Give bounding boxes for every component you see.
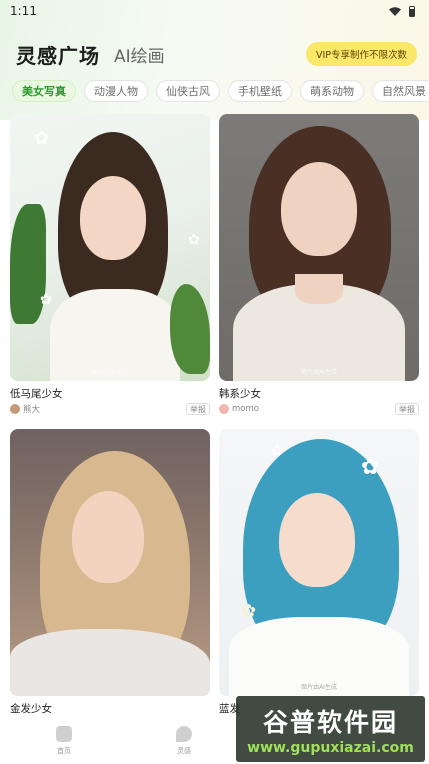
category-chip-beauty[interactable]: 美女写真 [12, 80, 76, 102]
flower-icon: ✿ [40, 292, 52, 308]
category-chips: 美女写真 动漫人物 仙侠古风 手机壁纸 萌系动物 自然风景 [12, 80, 429, 102]
ai-generated-watermark: 图片由AI生成 [301, 369, 337, 376]
site-watermark-url: www.gupuxiazai.com [247, 739, 414, 756]
battery-icon [409, 5, 415, 17]
flower-icon: ✿ [241, 601, 257, 622]
flower-icon: ✿ [361, 455, 380, 480]
ai-generated-watermark: 图片由AI生成 [301, 684, 337, 691]
card-image[interactable] [10, 429, 210, 696]
image-card[interactable]: ✿ ✿ ✿ 图片由AI生成 低马尾少女 熊大 举报 [10, 114, 210, 415]
tab-ai-painting[interactable]: AI绘画 [114, 42, 165, 67]
card-title: 金发少女 [10, 703, 52, 715]
avatar [10, 403, 20, 414]
nav-label: 灵感 [177, 747, 191, 755]
wifi-icon [389, 6, 401, 16]
flower-icon: ✿ [188, 232, 200, 248]
category-chip-animals[interactable]: 萌系动物 [300, 80, 364, 102]
category-chip-anime[interactable]: 动漫人物 [84, 80, 148, 102]
image-card[interactable]: 图片由AI生成 韩系少女 momo 举报 [219, 114, 419, 415]
report-button[interactable]: 举报 [186, 402, 210, 415]
image-card[interactable]: ✿ ✿ ✿ 图片由AI生成 蓝发 举报 [219, 429, 419, 730]
card-image[interactable]: 图片由AI生成 [219, 114, 419, 381]
card-title: 低马尾少女 [10, 388, 63, 400]
ai-generated-watermark: 图片由AI生成 [92, 369, 128, 376]
card-title: 韩系少女 [219, 388, 261, 400]
status-icons [389, 5, 415, 17]
page-header: 灵感广场 AI绘画 VIP专享制作不限次数 [0, 36, 429, 72]
inspiration-icon [176, 726, 192, 742]
site-watermark-name: 谷普软件园 [262, 707, 398, 737]
home-icon [56, 726, 72, 742]
nav-label: 首页 [57, 747, 71, 755]
card-author: 熊大 [23, 404, 41, 415]
card-meta: momo 举报 [219, 402, 419, 415]
category-chip-scenery[interactable]: 自然风景 [372, 80, 429, 102]
card-image[interactable]: ✿ ✿ ✿ 图片由AI生成 [219, 429, 419, 696]
category-chip-wallpaper[interactable]: 手机壁纸 [228, 80, 292, 102]
nav-inspiration[interactable]: 灵感 [160, 716, 208, 756]
nav-home[interactable]: 首页 [40, 716, 88, 756]
image-card[interactable]: 金发少女 举报 [10, 429, 210, 730]
vip-badge-button[interactable]: VIP专享制作不限次数 [305, 42, 417, 66]
flower-icon: ✿ [34, 128, 50, 149]
site-watermark: 谷普软件园 www.gupuxiazai.com [236, 696, 425, 762]
status-bar: 1:11 [0, 0, 429, 22]
status-time: 1:11 [10, 4, 37, 18]
card-author: momo [232, 403, 259, 414]
category-chip-xianxia[interactable]: 仙侠古风 [156, 80, 220, 102]
avatar [219, 403, 229, 414]
card-image[interactable]: ✿ ✿ ✿ 图片由AI生成 [10, 114, 210, 381]
report-button[interactable]: 举报 [395, 402, 419, 415]
card-meta: 熊大 举报 [10, 402, 210, 415]
flower-icon: ✿ [271, 443, 283, 459]
tab-inspiration-square[interactable]: 灵感广场 [16, 40, 100, 69]
